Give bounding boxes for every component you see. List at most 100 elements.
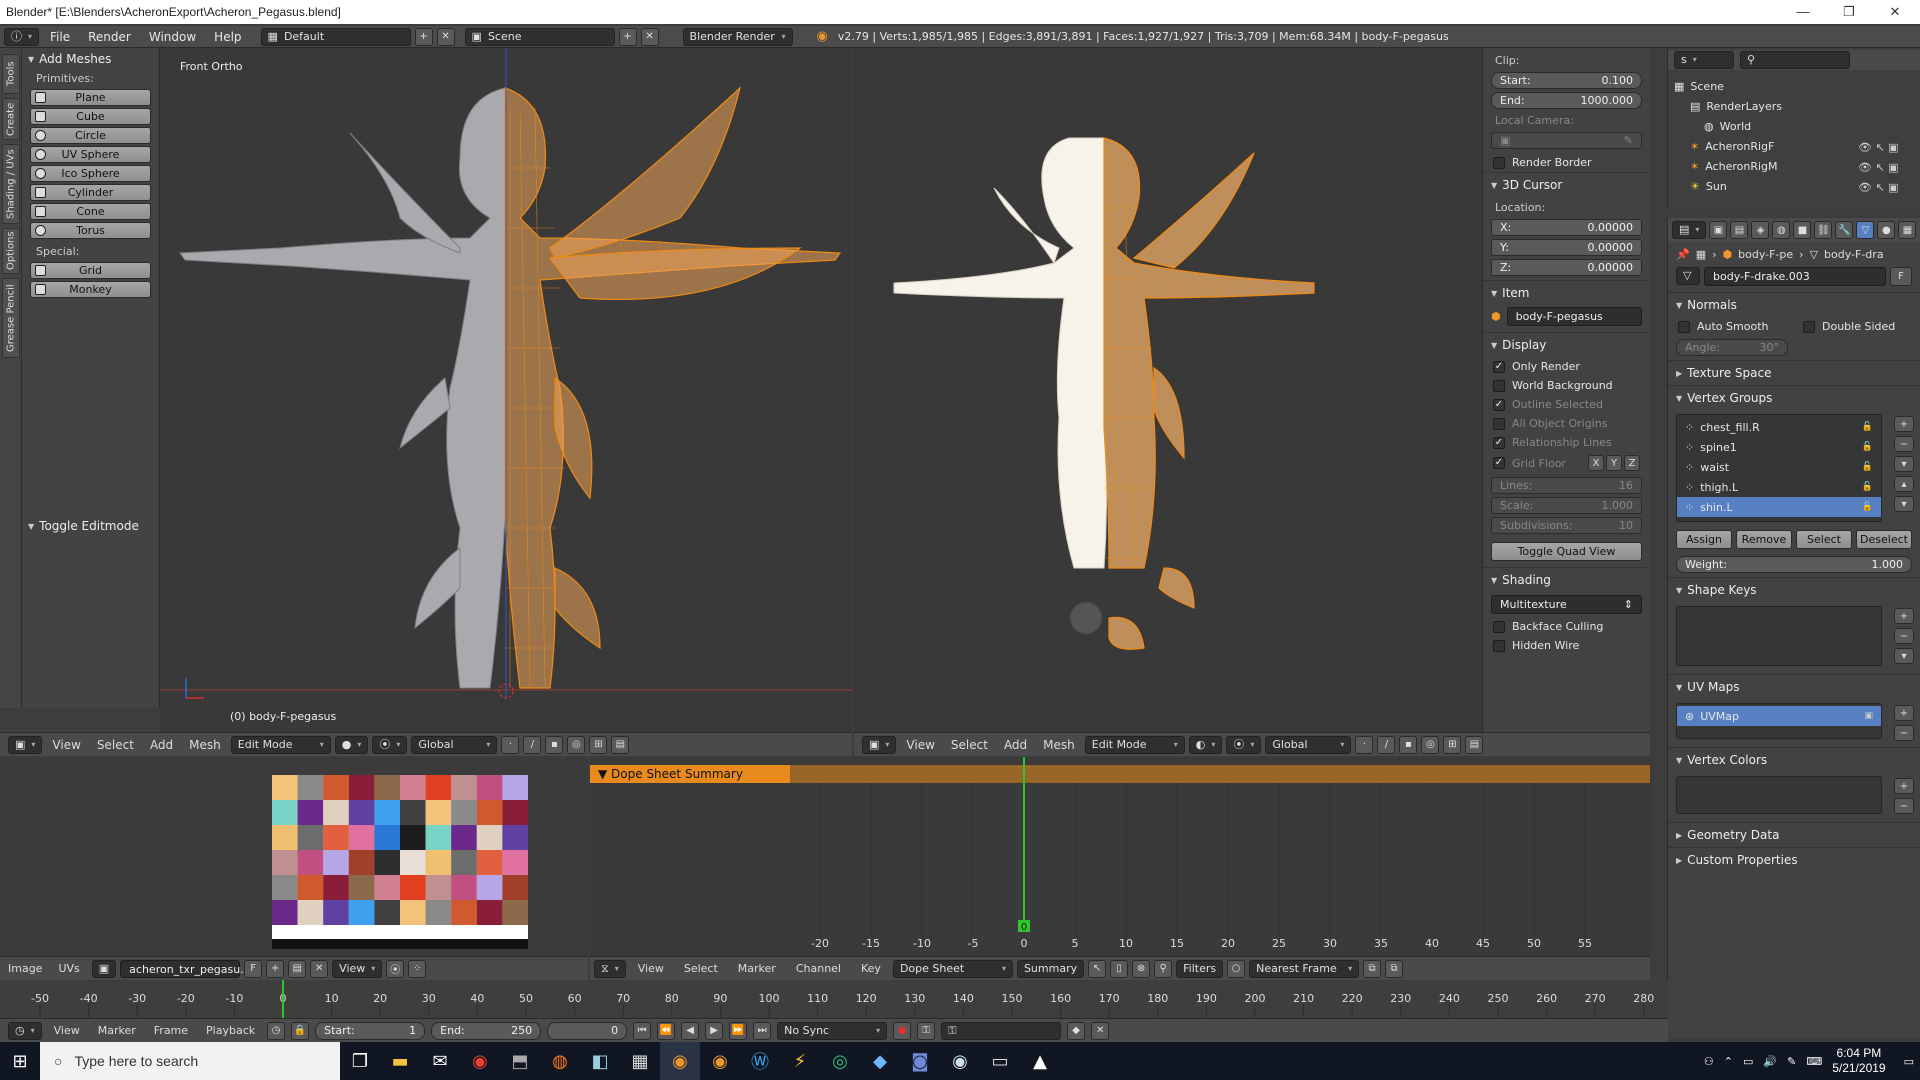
- vertex-group-item[interactable]: ⁘ chest_fill.R 🔓: [1677, 417, 1881, 437]
- outline-selected-toggle[interactable]: ✓ Outline Selected: [1483, 395, 1650, 414]
- add-cube-button[interactable]: Cube: [30, 108, 151, 125]
- show-errors-icon[interactable]: ⊗: [1132, 959, 1151, 978]
- lock-icon[interactable]: 🔓: [1862, 462, 1873, 472]
- keying-set-select[interactable]: ⚿: [941, 1021, 1062, 1040]
- insert-keyframe-icon[interactable]: ◆: [1067, 1021, 1086, 1040]
- display-panel-header[interactable]: ▼ Display: [1483, 332, 1650, 357]
- menu-key[interactable]: Key: [853, 962, 889, 975]
- editor-type-info-icon[interactable]: ⓘ ▾: [4, 27, 40, 46]
- keying-set-icon[interactable]: ⚿: [917, 1021, 936, 1040]
- app-blue-icon[interactable]: ◆: [860, 1042, 900, 1080]
- camera-icon[interactable]: ▣: [1864, 711, 1873, 721]
- toggle-quad-view-button[interactable]: Toggle Quad View: [1491, 542, 1642, 561]
- notifications-icon[interactable]: ▭: [1904, 1055, 1914, 1068]
- uv-maps-panel-header[interactable]: ▼ UV Maps: [1668, 674, 1920, 699]
- viewport-left[interactable]: Front Ortho (0) body-F-pegasus: [160, 48, 852, 732]
- add-cylinder-button[interactable]: Cylinder: [30, 184, 151, 201]
- cursor-x-field[interactable]: X: 0.00000: [1491, 219, 1642, 236]
- item-name-field[interactable]: body-F-pegasus: [1506, 307, 1642, 326]
- hidden-wire-checkbox[interactable]: [1493, 639, 1505, 652]
- volume-icon[interactable]: 🔊: [1763, 1055, 1777, 1068]
- play-reverse-icon[interactable]: ◀: [681, 1021, 700, 1040]
- editor-type-dopesheet-icon[interactable]: ⧖ ▾: [594, 959, 626, 978]
- outliner-row-acheronrigf[interactable]: ✶ AcheronRigF: [1690, 136, 1774, 156]
- world-background-toggle[interactable]: World Background: [1483, 376, 1650, 395]
- minimize-button[interactable]: —: [1780, 0, 1826, 24]
- display-mode-select[interactable]: s ▾: [1674, 51, 1734, 69]
- image-name-field[interactable]: acheron_txr_pegasu...: [120, 959, 251, 978]
- chrome-icon[interactable]: ◉: [460, 1042, 500, 1080]
- outliner-search-input[interactable]: ⚲: [1740, 51, 1850, 69]
- new-image-icon[interactable]: +: [266, 959, 285, 978]
- auto-smooth-checkbox[interactable]: [1678, 320, 1690, 333]
- game-icon[interactable]: ⬒: [500, 1042, 540, 1080]
- editor-type-3dview-icon[interactable]: ▣ ▾: [8, 735, 43, 754]
- lock-icon[interactable]: 🔒: [291, 1021, 310, 1040]
- menu-help[interactable]: Help: [207, 26, 248, 48]
- world-tab-icon[interactable]: ◍: [1772, 221, 1791, 239]
- remove-button[interactable]: Remove: [1736, 530, 1792, 549]
- editor-type-3dview-icon[interactable]: ▣ ▾: [862, 735, 897, 754]
- orientation-select[interactable]: Global ▾: [411, 735, 498, 754]
- add-meshes-header[interactable]: ▼ Add Meshes: [22, 48, 159, 70]
- file-explorer-icon[interactable]: ▬: [380, 1042, 420, 1080]
- add-scene-icon[interactable]: +: [618, 27, 637, 46]
- outliner-row-renderlayers[interactable]: ▤ RenderLayers: [1690, 96, 1782, 116]
- network-icon[interactable]: ▭: [1743, 1055, 1753, 1068]
- menu-channel[interactable]: Channel: [788, 962, 849, 975]
- menu-marker[interactable]: Marker: [92, 1024, 142, 1037]
- pin-icon[interactable]: 📌: [1676, 248, 1690, 261]
- shading-mode-select[interactable]: Multitexture ⇕: [1491, 595, 1642, 614]
- outliner-row-world[interactable]: ◍ World: [1704, 116, 1751, 136]
- backface-culling-toggle[interactable]: Backface Culling: [1483, 617, 1650, 636]
- image-editor[interactable]: [0, 757, 588, 956]
- select-button[interactable]: Select: [1796, 530, 1852, 549]
- remove-layout-icon[interactable]: ✕: [436, 27, 455, 46]
- auto-snap-select[interactable]: Nearest Frame ▾: [1249, 959, 1360, 978]
- edge-select-icon[interactable]: /: [1377, 735, 1396, 754]
- remove-vertex-group-button[interactable]: −: [1894, 436, 1914, 452]
- mesh-browse-icon[interactable]: ▽: [1676, 267, 1700, 285]
- app-green-icon[interactable]: ◎: [820, 1042, 860, 1080]
- toggle-editmode-header[interactable]: ▼ Toggle Editmode: [22, 515, 145, 537]
- menu-select[interactable]: Select: [91, 738, 140, 752]
- viewport-right[interactable]: [854, 48, 1482, 732]
- cursor-y-field[interactable]: Y: 0.00000: [1491, 239, 1642, 256]
- menu-image[interactable]: Image: [4, 962, 46, 975]
- firefox-icon[interactable]: ◍: [540, 1042, 580, 1080]
- geometry-data-panel-header[interactable]: ▶ Geometry Data: [1668, 822, 1920, 847]
- angle-field[interactable]: Angle: 30°: [1676, 339, 1788, 356]
- lock-icon[interactable]: 🔓: [1862, 502, 1873, 512]
- add-shape-key-button[interactable]: +: [1894, 608, 1914, 624]
- item-panel-header[interactable]: ▼ Item: [1483, 280, 1650, 305]
- viewport-shading-icon[interactable]: ◐ ▾: [1188, 735, 1223, 754]
- custom-properties-panel-header[interactable]: ▶ Custom Properties: [1668, 847, 1920, 872]
- shape-keys-panel-header[interactable]: ▼ Shape Keys: [1668, 577, 1920, 602]
- lock-icon[interactable]: 🔓: [1862, 442, 1873, 452]
- axis-y-toggle[interactable]: Y: [1606, 455, 1622, 471]
- windows-start-icon[interactable]: ⊞: [0, 1042, 40, 1080]
- auto-snap-icon[interactable]: ○: [1227, 959, 1246, 978]
- tab-grease-pencil[interactable]: Grease Pencil: [2, 278, 20, 358]
- menu-add[interactable]: Add: [998, 738, 1033, 752]
- lock-icon[interactable]: 🔓: [1862, 482, 1873, 492]
- tab-shading-uvs[interactable]: Shading / UVs: [2, 144, 20, 224]
- add-layout-icon[interactable]: +: [414, 27, 433, 46]
- paste-keys-icon[interactable]: ⧉: [1385, 959, 1404, 978]
- eye-icon[interactable]: 👁 ↖ ▣: [1858, 138, 1899, 158]
- texture-tab-icon[interactable]: ▦: [1898, 221, 1917, 239]
- copy-keys-icon[interactable]: ⧉: [1363, 959, 1382, 978]
- menu-view[interactable]: View: [48, 1024, 86, 1037]
- outliner-row-scene[interactable]: ▦ Scene: [1674, 76, 1724, 96]
- add-uv-map-button[interactable]: +: [1894, 705, 1914, 721]
- add-torus-button[interactable]: Torus: [30, 222, 151, 239]
- world-background-checkbox[interactable]: [1493, 379, 1505, 392]
- open-image-icon[interactable]: ▤: [288, 959, 307, 978]
- delete-keyframe-icon[interactable]: ✕: [1091, 1021, 1110, 1040]
- clip-start-field[interactable]: Start: 0.100: [1491, 72, 1642, 89]
- vertex-group-item[interactable]: ⁘ waist 🔓: [1677, 457, 1881, 477]
- filters-toggle[interactable]: Filters: [1176, 959, 1224, 978]
- eye-icon[interactable]: 👁 ↖ ▣: [1858, 178, 1899, 198]
- render-border-toggle[interactable]: Render Border: [1483, 153, 1650, 172]
- remove-scene-icon[interactable]: ✕: [640, 27, 659, 46]
